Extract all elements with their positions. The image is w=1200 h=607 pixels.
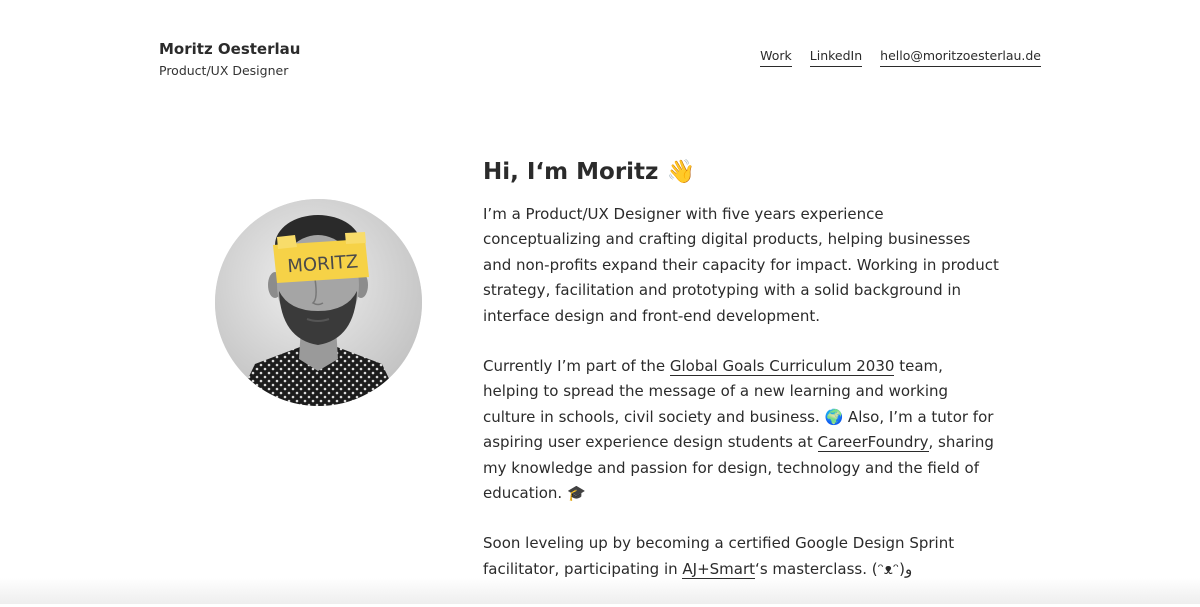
- intro-paragraph-2: Currently I’m part of the Global Goals C…: [483, 354, 1003, 506]
- nav-link-linkedin[interactable]: LinkedIn: [809, 47, 863, 67]
- link-careerfoundry[interactable]: CareerFoundry: [817, 433, 929, 453]
- intro-paragraph-2-text-a: Currently I’m part of the: [483, 357, 670, 376]
- intro-heading: Hi, I‘m Moritz 👋: [483, 159, 696, 185]
- nav-link-email[interactable]: hello@moritzoesterlau.de: [880, 47, 1041, 67]
- link-ajsmart[interactable]: AJ+Smart: [682, 559, 756, 579]
- profile-photo-illustration: MORITZ: [215, 199, 422, 406]
- top-navigation: Work LinkedIn hello@moritzoesterlau.de: [760, 47, 1041, 67]
- intro-section: Hi, I‘m Moritz 👋 I’m a Product/UX Design…: [483, 152, 1003, 607]
- intro-paragraph-3-text-b: ‘s masterclass. (ᵔᴥᵔ)و: [755, 559, 913, 578]
- nav-link-work[interactable]: Work: [760, 47, 792, 67]
- link-global-goals-curriculum[interactable]: Global Goals Curriculum 2030: [669, 357, 895, 377]
- site-owner-name[interactable]: Moritz Oesterlau: [159, 38, 300, 60]
- site-owner-role: Product/UX Designer: [159, 63, 289, 78]
- profile-photo: MORITZ: [215, 199, 422, 406]
- site-brand[interactable]: Moritz Oesterlau Product/UX Designer: [159, 38, 300, 80]
- intro-paragraph-3: Soon leveling up by becoming a certified…: [483, 531, 1003, 582]
- intro-paragraph-1: I’m a Product/UX Designer with five year…: [483, 205, 999, 325]
